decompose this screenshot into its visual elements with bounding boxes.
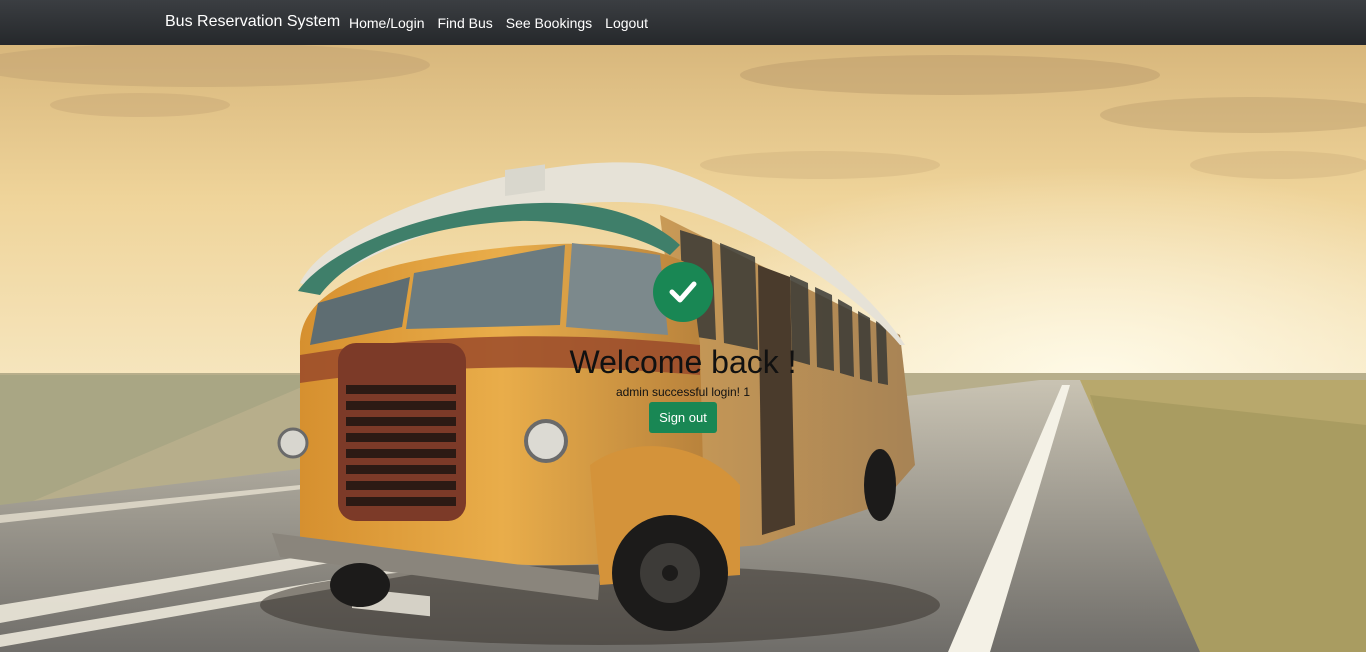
- sign-out-button[interactable]: Sign out: [649, 402, 717, 433]
- nav-links: Home/Login Find Bus See Bookings Logout: [349, 15, 648, 31]
- brand-link[interactable]: Bus Reservation System: [165, 13, 340, 31]
- nav-link-home-login[interactable]: Home/Login: [349, 15, 425, 31]
- welcome-title: Welcome back !: [569, 344, 797, 380]
- welcome-panel: Welcome back ! admin successful login! 1…: [483, 262, 883, 433]
- login-status-message: admin successful login! 1: [615, 385, 751, 399]
- nav-link-logout[interactable]: Logout: [605, 15, 648, 31]
- page: Bus Reservation System Home/Login Find B…: [0, 0, 1366, 652]
- nav-link-find-bus[interactable]: Find Bus: [438, 15, 493, 31]
- nav-link-see-bookings[interactable]: See Bookings: [506, 15, 592, 31]
- check-circle-icon: [653, 262, 713, 322]
- navbar: Bus Reservation System Home/Login Find B…: [0, 0, 1366, 45]
